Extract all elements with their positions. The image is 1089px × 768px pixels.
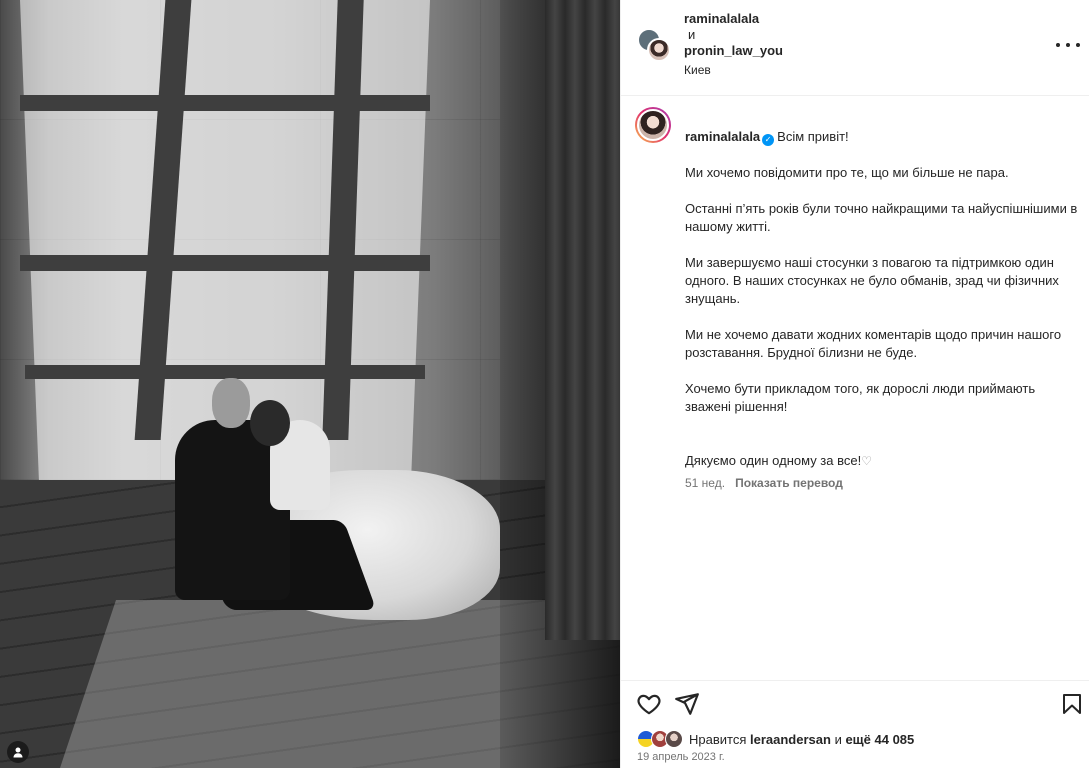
collab-avatars[interactable]: [637, 28, 671, 62]
author-connector: и: [688, 27, 696, 42]
likes-prefix: Нравится: [689, 731, 747, 747]
post-photo[interactable]: [0, 0, 620, 768]
caption-greeting: Всім привіт!: [777, 129, 849, 144]
heart-icon[interactable]: [636, 691, 662, 717]
photo-window-shadow: [20, 255, 430, 271]
author-username[interactable]: raminalalala: [684, 11, 783, 27]
photo-window-shadow: [20, 95, 430, 111]
likes-connector: и: [834, 731, 842, 747]
white-heart-icon: ♡: [861, 454, 872, 468]
post-panel: raminalalala и pronin_law_you Киев ramin…: [620, 0, 1089, 768]
photo-window-shadow: [25, 365, 425, 379]
caption-line: Ми хочемо повідомити про те, що ми більш…: [685, 165, 1009, 180]
caption-meta: 51 нед. Показать перевод: [685, 474, 1080, 492]
caption-paragraph: Ми завершуємо наші стосунки з повагою та…: [685, 255, 1059, 306]
photo-groom-head: [212, 378, 250, 428]
liker-username[interactable]: leraandersan: [750, 732, 831, 747]
share-icon[interactable]: [674, 691, 700, 717]
post-header: raminalalala и pronin_law_you Киев: [621, 0, 1089, 96]
action-bar: [621, 680, 1089, 724]
user-tag-icon[interactable]: [7, 741, 29, 763]
likes-count[interactable]: ещё 44 085: [845, 732, 914, 747]
author-username[interactable]: pronin_law_you: [684, 43, 783, 59]
caption-paragraph: Останні п’ять років були точно найкращим…: [685, 201, 1078, 234]
avatar[interactable]: [635, 107, 671, 143]
likes-summary: Нравится leraandersan и ещё 44 085: [637, 729, 914, 749]
bookmark-icon[interactable]: [1060, 691, 1086, 717]
likes-text: Нравится leraandersan и ещё 44 085: [689, 732, 914, 747]
translate-link[interactable]: Показать перевод: [735, 476, 843, 490]
location-link[interactable]: Киев: [684, 61, 783, 79]
liker-avatars: [637, 729, 689, 749]
caption-paragraph: Хочемо бути прикладом того, як дорослі л…: [685, 381, 1036, 414]
caption-paragraph: Дякуємо один одному за все!: [685, 453, 862, 468]
caption-username[interactable]: raminalalala: [685, 129, 760, 144]
verified-badge-icon: ✓: [762, 134, 775, 146]
avatar[interactable]: [647, 38, 671, 62]
photo-bride-head: [250, 400, 290, 446]
more-options-icon[interactable]: [1056, 36, 1080, 54]
avatar: [665, 730, 683, 748]
caption-paragraph: Ми не хочемо давати жодних коментарів що…: [685, 327, 1062, 360]
post-date[interactable]: 19 апрель 2023 г.: [637, 751, 725, 763]
collab-authors: raminalalala и pronin_law_you Киев: [684, 11, 783, 79]
photo-curtain: [545, 0, 620, 640]
caption-text: raminalalala ✓ Всім привіт! Ми хочемо пові…: [685, 110, 1080, 492]
timestamp[interactable]: 51 нед.: [685, 476, 725, 490]
